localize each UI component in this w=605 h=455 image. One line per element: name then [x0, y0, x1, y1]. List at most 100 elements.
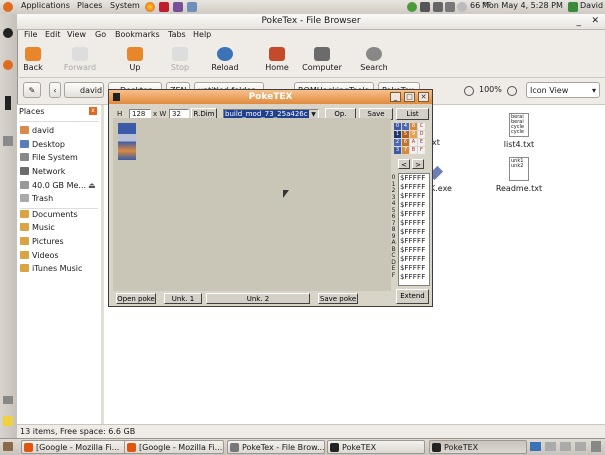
palette-swatch[interactable]: F: [418, 147, 425, 154]
zoom-out-icon[interactable]: [464, 86, 474, 96]
place-trash[interactable]: Trash: [20, 192, 53, 205]
palette-swatch[interactable]: 5: [402, 131, 409, 138]
launcher-item-3-icon[interactable]: [5, 96, 11, 110]
update-icon[interactable]: [407, 2, 417, 12]
palette-swatch[interactable]: 4: [402, 123, 409, 130]
palette-swatch[interactable]: 6: [402, 139, 409, 146]
file-readme-txt[interactable]: unk1 unk2 Readme.txt: [489, 157, 549, 193]
mail-notification-icon[interactable]: [3, 396, 13, 404]
list-item[interactable]: $FFFFF: [399, 228, 429, 237]
stop-button[interactable]: Stop: [156, 43, 204, 72]
place-david[interactable]: david: [20, 124, 54, 137]
palette-swatch[interactable]: 3: [394, 147, 401, 154]
place-file-system[interactable]: File System: [20, 151, 78, 164]
taskbar-item[interactable]: PokeTex - File Brow...: [227, 440, 325, 454]
maximize-button[interactable]: □: [404, 92, 415, 102]
place-desktop[interactable]: Desktop: [20, 138, 65, 151]
clock[interactable]: Mon May 4, 5:28 PM: [482, 1, 563, 10]
up-button[interactable]: Up: [111, 43, 159, 72]
palette-swatch[interactable]: E: [418, 139, 425, 146]
eject-icon[interactable]: ⏏: [88, 179, 96, 192]
palette-swatch[interactable]: B: [410, 147, 417, 154]
open-poke-button[interactable]: Open poke: [116, 293, 156, 304]
prev-button[interactable]: <: [398, 159, 410, 169]
weather-icon[interactable]: [457, 2, 467, 12]
system-menu[interactable]: System: [110, 1, 140, 10]
volume-icon[interactable]: [445, 2, 455, 12]
list-item[interactable]: $FFFFF: [399, 192, 429, 201]
computer-button[interactable]: Computer: [298, 43, 346, 72]
list-item[interactable]: $FFFFF: [399, 210, 429, 219]
taskbar-item[interactable]: PokeTEX: [327, 440, 425, 454]
palette-swatch[interactable]: 2: [394, 139, 401, 146]
minimize-button[interactable]: _: [390, 92, 401, 102]
user-icon[interactable]: [568, 2, 578, 12]
minimize-button[interactable]: _: [577, 15, 582, 30]
sidebar-title[interactable]: Places: [19, 107, 44, 116]
palette-swatch[interactable]: 8: [410, 123, 417, 130]
palette-swatch[interactable]: C: [418, 123, 425, 130]
zoom-level[interactable]: 100%: [479, 85, 502, 94]
battery-icon[interactable]: [433, 2, 443, 12]
list-item[interactable]: $FFFFF: [399, 174, 429, 183]
forward-button[interactable]: Forward: [56, 43, 104, 72]
menu-bookmarks[interactable]: Bookmarks: [115, 30, 160, 39]
list-item[interactable]: $FFFFF: [399, 219, 429, 228]
zoom-in-icon[interactable]: [507, 86, 517, 96]
close-button[interactable]: ✕: [418, 92, 429, 102]
place-itunes-music[interactable]: iTunes Music: [20, 262, 82, 275]
taskbar-item[interactable]: [Google - Mozilla Fi...: [21, 440, 134, 454]
taskbar-item[interactable]: [Google - Mozilla Fi...: [124, 440, 224, 454]
menu-view[interactable]: View: [67, 30, 86, 39]
sidebar-close-icon[interactable]: x: [89, 107, 97, 115]
unk2-button[interactable]: Unk. 2: [206, 293, 310, 304]
menu-help[interactable]: Help: [193, 30, 211, 39]
breadcrumb-left-button[interactable]: ‹: [49, 82, 61, 98]
network-icon[interactable]: [420, 2, 430, 12]
reload-button[interactable]: Reload: [201, 43, 249, 72]
list-item[interactable]: $FFFFF: [399, 183, 429, 192]
place-music[interactable]: Music: [20, 221, 55, 234]
menu-go[interactable]: Go: [95, 30, 106, 39]
menu-edit[interactable]: Edit: [45, 30, 61, 39]
palette-swatch[interactable]: A: [410, 139, 417, 146]
palette-swatch[interactable]: 0: [394, 123, 401, 130]
partial-file-label[interactable]: xt: [432, 138, 440, 147]
list-item[interactable]: $FFFFF: [399, 237, 429, 246]
list-item[interactable]: $FFFFF: [399, 246, 429, 255]
app-launcher-icon[interactable]: [173, 2, 183, 12]
palette-swatch[interactable]: 9: [410, 131, 417, 138]
launcher-item-1-icon[interactable]: [3, 28, 13, 38]
palette-grid[interactable]: 0 4 8 C 1 5 9 D 2 6 A E 3 7 B F: [394, 123, 428, 157]
workspace-1-icon[interactable]: [530, 442, 541, 451]
place-documents[interactable]: Documents: [20, 208, 78, 221]
back-button[interactable]: Back: [9, 43, 57, 72]
menu-tabs[interactable]: Tabs: [168, 30, 186, 39]
applications-menu[interactable]: Applications: [21, 1, 70, 10]
notes-icon[interactable]: [3, 416, 13, 426]
close-button[interactable]: ✕: [591, 14, 599, 29]
workspace-3-icon[interactable]: [560, 442, 571, 451]
palette-swatch[interactable]: 1: [394, 131, 401, 138]
list-item[interactable]: $FFFFF: [399, 255, 429, 264]
place-volume[interactable]: 40.0 GB Me... ⏏: [20, 179, 96, 192]
palette-swatch[interactable]: 7: [402, 147, 409, 154]
toggle-location-button[interactable]: ✎: [23, 82, 41, 98]
places-menu[interactable]: Places: [77, 1, 102, 10]
ubuntu-logo-icon[interactable]: [3, 2, 13, 12]
palette-swatch[interactable]: D: [418, 131, 425, 138]
place-videos[interactable]: Videos: [20, 249, 59, 262]
file-browser-titlebar[interactable]: PokeTex - File Browser _ ✕: [17, 14, 605, 30]
place-pictures[interactable]: Pictures: [20, 235, 64, 248]
list-item[interactable]: $FFFFF: [399, 264, 429, 273]
extend-button[interactable]: Extend: [396, 289, 429, 304]
color-value-list[interactable]: $FFFFF $FFFFF $FFFFF $FFFFF $FFFFF $FFFF…: [398, 173, 430, 286]
poketex-titlebar[interactable]: PokeTEX _ □ ✕: [109, 90, 432, 104]
breadcrumb-david[interactable]: david: [64, 82, 104, 98]
launcher-item-4-icon[interactable]: [3, 136, 13, 146]
taskbar-item-active[interactable]: PokeTEX: [429, 440, 527, 454]
list-item[interactable]: $FFFFF: [399, 273, 429, 282]
filezilla-icon[interactable]: [159, 2, 169, 12]
menu-file[interactable]: File: [24, 30, 37, 39]
mail-launcher-icon[interactable]: [187, 2, 197, 12]
